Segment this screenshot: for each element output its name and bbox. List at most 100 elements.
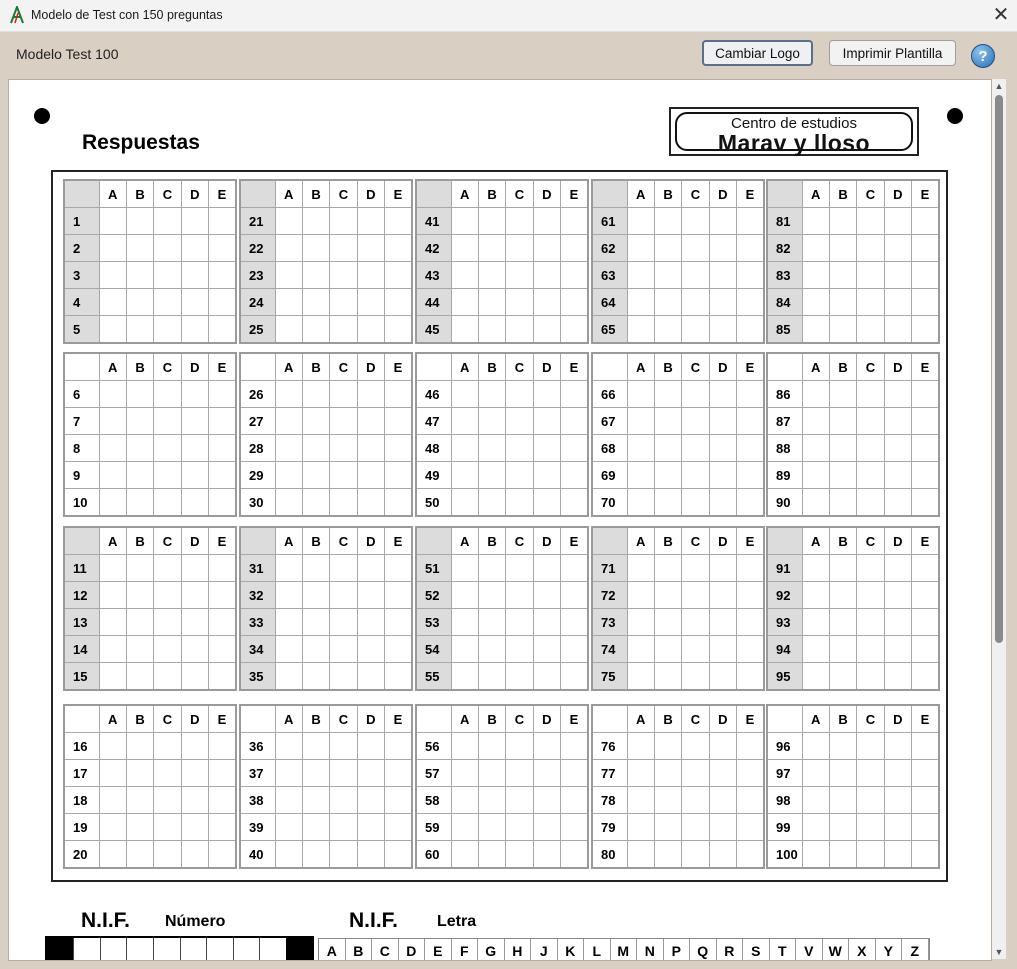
answer-cell[interactable] <box>153 434 182 462</box>
answer-cell[interactable] <box>736 380 765 408</box>
answer-cell[interactable] <box>384 261 413 289</box>
answer-cell[interactable] <box>626 662 655 691</box>
answer-cell[interactable] <box>801 234 830 262</box>
scroll-up-icon[interactable]: ▲ <box>992 79 1006 93</box>
answer-cell[interactable] <box>329 380 358 408</box>
answer-cell[interactable] <box>560 786 589 814</box>
answer-cell[interactable] <box>626 434 655 462</box>
answer-cell[interactable] <box>208 608 237 636</box>
answer-cell[interactable] <box>801 407 830 435</box>
answer-cell[interactable] <box>911 662 940 691</box>
answer-cell[interactable] <box>883 207 913 235</box>
answer-cell[interactable] <box>301 434 331 462</box>
answer-cell[interactable] <box>801 288 830 316</box>
answer-cell[interactable] <box>450 380 479 408</box>
answer-cell[interactable] <box>911 786 940 814</box>
answer-cell[interactable] <box>736 786 765 814</box>
answer-cell[interactable] <box>153 581 182 609</box>
nif-letter-option[interactable]: H <box>505 939 531 960</box>
answer-cell[interactable] <box>301 488 331 517</box>
answer-cell[interactable] <box>828 461 858 489</box>
answer-cell[interactable] <box>384 786 413 814</box>
scroll-down-icon[interactable]: ▼ <box>992 945 1006 959</box>
answer-cell[interactable] <box>532 315 562 344</box>
answer-cell[interactable] <box>532 407 562 435</box>
answer-cell[interactable] <box>329 234 358 262</box>
answer-cell[interactable] <box>356 461 386 489</box>
answer-cell[interactable] <box>653 380 683 408</box>
answer-cell[interactable] <box>208 207 237 235</box>
answer-cell[interactable] <box>208 662 237 691</box>
answer-cell[interactable] <box>653 461 683 489</box>
answer-cell[interactable] <box>681 759 710 787</box>
answer-cell[interactable] <box>653 759 683 787</box>
answer-cell[interactable] <box>626 786 655 814</box>
answer-cell[interactable] <box>329 261 358 289</box>
answer-cell[interactable] <box>301 608 331 636</box>
answer-cell[interactable] <box>98 813 127 841</box>
answer-cell[interactable] <box>450 234 479 262</box>
answer-cell[interactable] <box>274 759 303 787</box>
answer-cell[interactable] <box>532 581 562 609</box>
answer-cell[interactable] <box>653 554 683 582</box>
answer-cell[interactable] <box>883 461 913 489</box>
answer-cell[interactable] <box>681 488 710 517</box>
answer-cell[interactable] <box>736 261 765 289</box>
answer-cell[interactable] <box>681 786 710 814</box>
answer-cell[interactable] <box>477 207 507 235</box>
answer-cell[interactable] <box>356 840 386 869</box>
answer-cell[interactable] <box>801 759 830 787</box>
answer-cell[interactable] <box>125 635 155 663</box>
answer-cell[interactable] <box>653 288 683 316</box>
answer-cell[interactable] <box>856 581 885 609</box>
answer-cell[interactable] <box>856 488 885 517</box>
answer-cell[interactable] <box>274 461 303 489</box>
answer-cell[interactable] <box>180 581 210 609</box>
answer-cell[interactable] <box>736 662 765 691</box>
answer-cell[interactable] <box>560 434 589 462</box>
answer-cell[interactable] <box>356 315 386 344</box>
answer-cell[interactable] <box>828 261 858 289</box>
answer-cell[interactable] <box>356 407 386 435</box>
answer-cell[interactable] <box>208 434 237 462</box>
answer-cell[interactable] <box>125 488 155 517</box>
answer-cell[interactable] <box>911 813 940 841</box>
help-icon[interactable]: ? <box>971 44 995 68</box>
answer-cell[interactable] <box>626 840 655 869</box>
answer-cell[interactable] <box>180 732 210 760</box>
answer-cell[interactable] <box>208 407 237 435</box>
answer-cell[interactable] <box>708 434 738 462</box>
answer-cell[interactable] <box>653 261 683 289</box>
answer-cell[interactable] <box>883 635 913 663</box>
answer-cell[interactable] <box>301 840 331 869</box>
answer-cell[interactable] <box>125 407 155 435</box>
answer-cell[interactable] <box>153 380 182 408</box>
answer-cell[interactable] <box>883 288 913 316</box>
answer-cell[interactable] <box>477 288 507 316</box>
answer-cell[interactable] <box>180 813 210 841</box>
answer-cell[interactable] <box>883 786 913 814</box>
answer-cell[interactable] <box>274 488 303 517</box>
answer-cell[interactable] <box>883 608 913 636</box>
answer-cell[interactable] <box>274 407 303 435</box>
answer-cell[interactable] <box>856 732 885 760</box>
answer-cell[interactable] <box>828 840 858 869</box>
answer-cell[interactable] <box>560 662 589 691</box>
logo[interactable]: Centro de estudios Marav y lloso <box>669 107 919 156</box>
answer-cell[interactable] <box>384 380 413 408</box>
answer-cell[interactable] <box>801 315 830 344</box>
answer-cell[interactable] <box>653 608 683 636</box>
answer-cell[interactable] <box>208 813 237 841</box>
answer-cell[interactable] <box>180 759 210 787</box>
answer-cell[interactable] <box>626 407 655 435</box>
answer-cell[interactable] <box>208 380 237 408</box>
answer-cell[interactable] <box>626 732 655 760</box>
answer-cell[interactable] <box>329 288 358 316</box>
answer-cell[interactable] <box>505 759 534 787</box>
answer-cell[interactable] <box>560 288 589 316</box>
answer-cell[interactable] <box>477 786 507 814</box>
answer-cell[interactable] <box>98 207 127 235</box>
answer-cell[interactable] <box>125 732 155 760</box>
answer-cell[interactable] <box>626 288 655 316</box>
answer-cell[interactable] <box>384 840 413 869</box>
